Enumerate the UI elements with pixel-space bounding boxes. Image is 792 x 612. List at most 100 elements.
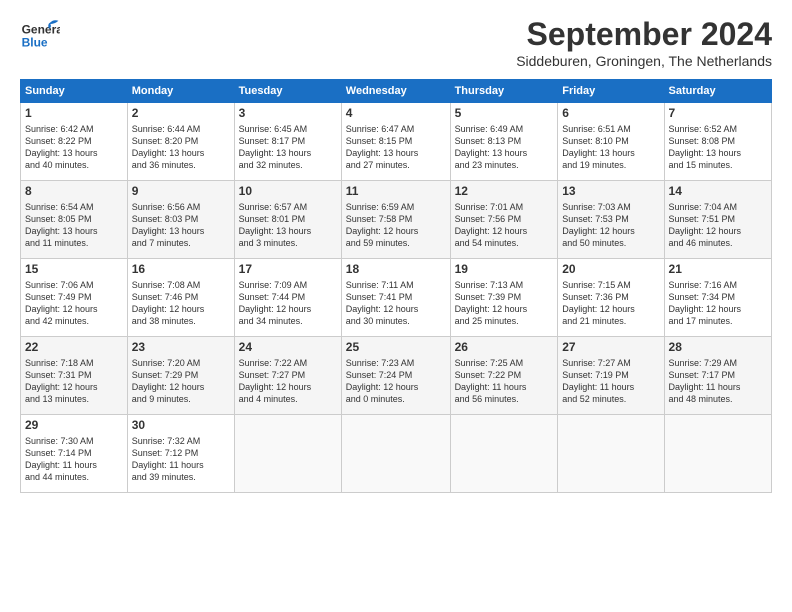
day-info: Sunrise: 7:22 AM Sunset: 7:27 PM Dayligh… [239, 357, 337, 406]
col-sunday: Sunday [21, 80, 128, 103]
table-row: 16Sunrise: 7:08 AM Sunset: 7:46 PM Dayli… [127, 259, 234, 337]
table-row: 11Sunrise: 6:59 AM Sunset: 7:58 PM Dayli… [341, 181, 450, 259]
day-number: 15 [25, 262, 123, 278]
table-row: 23Sunrise: 7:20 AM Sunset: 7:29 PM Dayli… [127, 337, 234, 415]
title-block: September 2024 Siddeburen, Groningen, Th… [516, 16, 772, 69]
table-row: 21Sunrise: 7:16 AM Sunset: 7:34 PM Dayli… [664, 259, 771, 337]
day-number: 25 [346, 340, 446, 356]
day-info: Sunrise: 6:59 AM Sunset: 7:58 PM Dayligh… [346, 201, 446, 250]
page-header: General Blue September 2024 Siddeburen, … [20, 16, 772, 69]
day-info: Sunrise: 6:44 AM Sunset: 8:20 PM Dayligh… [132, 123, 230, 172]
calendar-week-row: 29Sunrise: 7:30 AM Sunset: 7:14 PM Dayli… [21, 415, 772, 493]
table-row [450, 415, 558, 493]
day-number: 27 [562, 340, 659, 356]
day-info: Sunrise: 6:51 AM Sunset: 8:10 PM Dayligh… [562, 123, 659, 172]
table-row: 4Sunrise: 6:47 AM Sunset: 8:15 PM Daylig… [341, 103, 450, 181]
col-saturday: Saturday [664, 80, 771, 103]
day-info: Sunrise: 6:47 AM Sunset: 8:15 PM Dayligh… [346, 123, 446, 172]
day-number: 28 [669, 340, 767, 356]
day-info: Sunrise: 7:18 AM Sunset: 7:31 PM Dayligh… [25, 357, 123, 406]
day-info: Sunrise: 6:57 AM Sunset: 8:01 PM Dayligh… [239, 201, 337, 250]
table-row: 3Sunrise: 6:45 AM Sunset: 8:17 PM Daylig… [234, 103, 341, 181]
table-row: 6Sunrise: 6:51 AM Sunset: 8:10 PM Daylig… [558, 103, 664, 181]
table-row: 25Sunrise: 7:23 AM Sunset: 7:24 PM Dayli… [341, 337, 450, 415]
table-row: 13Sunrise: 7:03 AM Sunset: 7:53 PM Dayli… [558, 181, 664, 259]
table-row: 29Sunrise: 7:30 AM Sunset: 7:14 PM Dayli… [21, 415, 128, 493]
day-info: Sunrise: 6:42 AM Sunset: 8:22 PM Dayligh… [25, 123, 123, 172]
table-row: 17Sunrise: 7:09 AM Sunset: 7:44 PM Dayli… [234, 259, 341, 337]
location: Siddeburen, Groningen, The Netherlands [516, 53, 772, 69]
table-row: 1Sunrise: 6:42 AM Sunset: 8:22 PM Daylig… [21, 103, 128, 181]
table-row: 14Sunrise: 7:04 AM Sunset: 7:51 PM Dayli… [664, 181, 771, 259]
col-wednesday: Wednesday [341, 80, 450, 103]
col-friday: Friday [558, 80, 664, 103]
day-info: Sunrise: 7:06 AM Sunset: 7:49 PM Dayligh… [25, 279, 123, 328]
day-info: Sunrise: 7:27 AM Sunset: 7:19 PM Dayligh… [562, 357, 659, 406]
table-row: 20Sunrise: 7:15 AM Sunset: 7:36 PM Dayli… [558, 259, 664, 337]
calendar-week-row: 8Sunrise: 6:54 AM Sunset: 8:05 PM Daylig… [21, 181, 772, 259]
day-info: Sunrise: 7:32 AM Sunset: 7:12 PM Dayligh… [132, 435, 230, 484]
day-number: 24 [239, 340, 337, 356]
table-row: 8Sunrise: 6:54 AM Sunset: 8:05 PM Daylig… [21, 181, 128, 259]
table-row: 28Sunrise: 7:29 AM Sunset: 7:17 PM Dayli… [664, 337, 771, 415]
svg-text:General: General [22, 23, 60, 37]
day-info: Sunrise: 7:09 AM Sunset: 7:44 PM Dayligh… [239, 279, 337, 328]
day-number: 4 [346, 106, 446, 122]
day-number: 14 [669, 184, 767, 200]
logo-icon: General Blue [20, 16, 60, 56]
table-row: 2Sunrise: 6:44 AM Sunset: 8:20 PM Daylig… [127, 103, 234, 181]
day-number: 6 [562, 106, 659, 122]
table-row: 24Sunrise: 7:22 AM Sunset: 7:27 PM Dayli… [234, 337, 341, 415]
col-tuesday: Tuesday [234, 80, 341, 103]
day-number: 19 [455, 262, 554, 278]
table-row: 27Sunrise: 7:27 AM Sunset: 7:19 PM Dayli… [558, 337, 664, 415]
col-thursday: Thursday [450, 80, 558, 103]
calendar-week-row: 15Sunrise: 7:06 AM Sunset: 7:49 PM Dayli… [21, 259, 772, 337]
table-row: 10Sunrise: 6:57 AM Sunset: 8:01 PM Dayli… [234, 181, 341, 259]
day-number: 17 [239, 262, 337, 278]
day-info: Sunrise: 6:49 AM Sunset: 8:13 PM Dayligh… [455, 123, 554, 172]
day-number: 12 [455, 184, 554, 200]
table-row: 9Sunrise: 6:56 AM Sunset: 8:03 PM Daylig… [127, 181, 234, 259]
table-row: 5Sunrise: 6:49 AM Sunset: 8:13 PM Daylig… [450, 103, 558, 181]
day-number: 3 [239, 106, 337, 122]
table-row: 12Sunrise: 7:01 AM Sunset: 7:56 PM Dayli… [450, 181, 558, 259]
calendar-table: Sunday Monday Tuesday Wednesday Thursday… [20, 79, 772, 493]
day-info: Sunrise: 6:45 AM Sunset: 8:17 PM Dayligh… [239, 123, 337, 172]
day-number: 29 [25, 418, 123, 434]
day-info: Sunrise: 7:25 AM Sunset: 7:22 PM Dayligh… [455, 357, 554, 406]
day-info: Sunrise: 7:03 AM Sunset: 7:53 PM Dayligh… [562, 201, 659, 250]
day-number: 7 [669, 106, 767, 122]
day-number: 9 [132, 184, 230, 200]
day-number: 22 [25, 340, 123, 356]
day-number: 30 [132, 418, 230, 434]
day-info: Sunrise: 7:16 AM Sunset: 7:34 PM Dayligh… [669, 279, 767, 328]
day-number: 5 [455, 106, 554, 122]
calendar-week-row: 22Sunrise: 7:18 AM Sunset: 7:31 PM Dayli… [21, 337, 772, 415]
day-info: Sunrise: 6:52 AM Sunset: 8:08 PM Dayligh… [669, 123, 767, 172]
day-info: Sunrise: 7:23 AM Sunset: 7:24 PM Dayligh… [346, 357, 446, 406]
day-number: 10 [239, 184, 337, 200]
day-info: Sunrise: 7:30 AM Sunset: 7:14 PM Dayligh… [25, 435, 123, 484]
day-info: Sunrise: 7:04 AM Sunset: 7:51 PM Dayligh… [669, 201, 767, 250]
day-info: Sunrise: 7:08 AM Sunset: 7:46 PM Dayligh… [132, 279, 230, 328]
day-number: 20 [562, 262, 659, 278]
day-info: Sunrise: 7:29 AM Sunset: 7:17 PM Dayligh… [669, 357, 767, 406]
svg-text:Blue: Blue [22, 35, 48, 49]
day-number: 23 [132, 340, 230, 356]
day-info: Sunrise: 7:20 AM Sunset: 7:29 PM Dayligh… [132, 357, 230, 406]
day-number: 13 [562, 184, 659, 200]
table-row: 22Sunrise: 7:18 AM Sunset: 7:31 PM Dayli… [21, 337, 128, 415]
day-number: 8 [25, 184, 123, 200]
day-number: 2 [132, 106, 230, 122]
table-row [664, 415, 771, 493]
day-info: Sunrise: 7:13 AM Sunset: 7:39 PM Dayligh… [455, 279, 554, 328]
table-row: 7Sunrise: 6:52 AM Sunset: 8:08 PM Daylig… [664, 103, 771, 181]
table-row: 30Sunrise: 7:32 AM Sunset: 7:12 PM Dayli… [127, 415, 234, 493]
calendar-header-row: Sunday Monday Tuesday Wednesday Thursday… [21, 80, 772, 103]
logo: General Blue [20, 16, 60, 56]
day-number: 16 [132, 262, 230, 278]
day-number: 18 [346, 262, 446, 278]
day-info: Sunrise: 7:15 AM Sunset: 7:36 PM Dayligh… [562, 279, 659, 328]
day-number: 1 [25, 106, 123, 122]
